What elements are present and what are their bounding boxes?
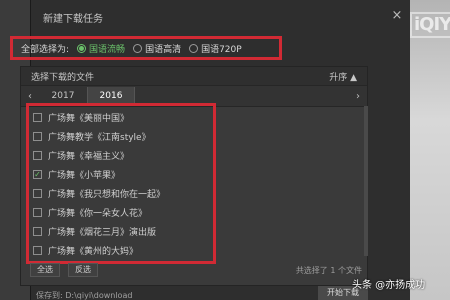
credit-text: 头条 @亦扬成功: [352, 280, 426, 291]
background-right: [408, 0, 450, 300]
list-item[interactable]: 广场舞《你一朵女人花》: [29, 203, 213, 222]
checkbox-checked-icon[interactable]: ✓: [33, 170, 42, 179]
sort-arrow-icon: ▲: [350, 72, 357, 83]
panel-header: 选择下载的文件 升序 ▲: [21, 67, 367, 85]
scrollbar[interactable]: [364, 106, 368, 256]
sort-label: 升序: [329, 72, 348, 83]
save-path: 保存到: D:\qiyi\download: [36, 291, 133, 300]
dialog-title: 新建下载任务: [43, 13, 103, 25]
radio-quality-2[interactable]: 国语720P: [189, 42, 242, 55]
chevron-right-icon[interactable]: ›: [349, 91, 367, 102]
list-item[interactable]: 广场舞《美丽中国》: [29, 108, 213, 127]
quality-selector: 全部选择为: 国语流畅 国语高清 国语720P: [10, 36, 282, 60]
list-item[interactable]: 广场舞教学《江南style》: [29, 127, 213, 146]
list-footer: 全选 反选 共选择了 1 个文件: [22, 262, 368, 278]
checkbox-icon[interactable]: [33, 113, 42, 122]
list-item[interactable]: 广场舞《黄州的大妈》: [29, 241, 213, 260]
checkbox-icon[interactable]: [33, 189, 42, 198]
list-item[interactable]: 广场舞《我只想和你在一起》: [29, 184, 213, 203]
radio-label: 国语高清: [145, 44, 182, 55]
credit-watermark: 头条 @亦扬成功: [352, 276, 425, 291]
radio-icon: [133, 43, 143, 53]
watermark-logo: iQIY: [410, 12, 450, 38]
file-label: 广场舞《幸福主义》: [48, 152, 130, 162]
panel-title: 选择下载的文件: [31, 72, 95, 83]
checkbox-icon[interactable]: [33, 227, 42, 236]
select-all-button[interactable]: 全选: [30, 263, 60, 277]
file-list: 广场舞《美丽中国》广场舞教学《江南style》 广场舞《幸福主义》 ✓ 广场舞《小苹果…: [29, 106, 213, 260]
file-label: 广场舞《我只想和你在一起》: [48, 190, 166, 200]
file-label: 广场舞《黄州的大妈》: [48, 247, 139, 257]
checkbox-icon[interactable]: [33, 132, 42, 141]
file-label: 广场舞《烟花三月》演出版: [48, 228, 157, 238]
close-icon[interactable]: ×: [390, 9, 404, 23]
radio-icon: [189, 43, 199, 53]
sort-button[interactable]: 升序 ▲: [329, 70, 357, 83]
list-item[interactable]: 广场舞《烟花三月》演出版: [29, 222, 213, 241]
invert-selection-button[interactable]: 反选: [68, 263, 98, 277]
radio-quality-1[interactable]: 国语高清: [133, 42, 181, 55]
list-item[interactable]: 广场舞《幸福主义》: [29, 146, 213, 165]
quality-label: 全部选择为:: [21, 44, 70, 55]
chevron-left-icon[interactable]: ‹: [21, 91, 39, 102]
checkbox-icon[interactable]: [33, 246, 42, 255]
file-label: 广场舞《美丽中国》: [48, 114, 130, 124]
list-item[interactable]: ✓ 广场舞《小苹果》: [29, 165, 213, 184]
radio-icon: [77, 43, 87, 53]
file-label: 广场舞《小苹果》: [48, 171, 121, 181]
file-label: 广场舞《你一朵女人花》: [48, 209, 148, 219]
checkbox-icon[interactable]: [33, 208, 42, 217]
selection-count: 共选择了 1 个文件: [295, 265, 362, 275]
radio-label: 国语流畅: [89, 44, 126, 55]
file-label: 广场舞教学《江南style》: [48, 133, 151, 143]
radio-label: 国语720P: [201, 44, 242, 55]
radio-quality-0[interactable]: 国语流畅: [77, 42, 125, 55]
file-list-highlight: 广场舞《美丽中国》广场舞教学《江南style》 广场舞《幸福主义》 ✓ 广场舞《小苹果…: [26, 103, 216, 264]
checkbox-icon[interactable]: [33, 151, 42, 160]
